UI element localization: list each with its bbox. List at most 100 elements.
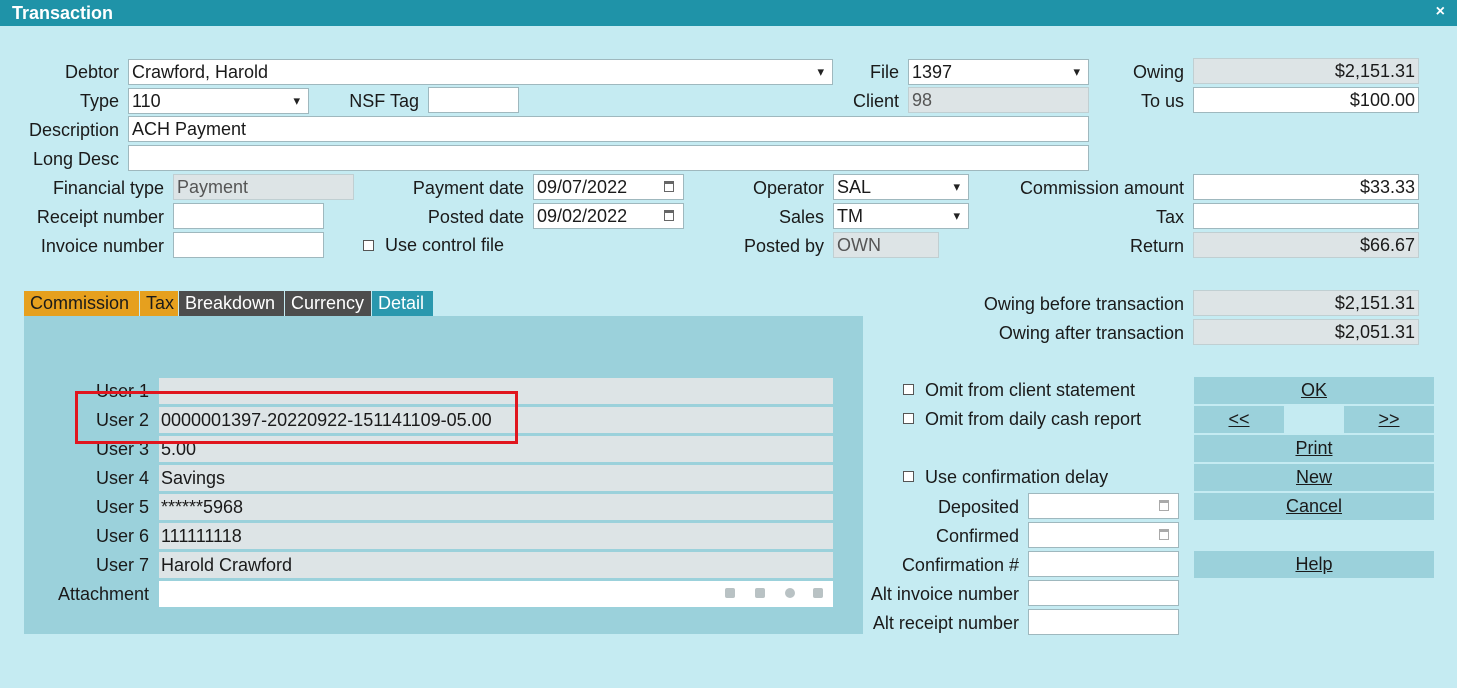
calendar-icon[interactable]: [664, 181, 674, 192]
next-button[interactable]: >>: [1344, 406, 1434, 433]
type-label: Type: [79, 91, 119, 111]
description-input[interactable]: ACH Payment: [128, 116, 1089, 142]
next-button-label: >>: [1378, 409, 1400, 429]
use-confirmation-delay-label: Use confirmation delay: [925, 467, 1109, 487]
tab-currency[interactable]: Currency: [285, 291, 371, 316]
owing-after-field: $2,051.31: [1193, 319, 1419, 345]
new-button[interactable]: New: [1194, 464, 1434, 491]
confirmed-label: Confirmed: [935, 526, 1019, 546]
owing-after-label: Owing after transaction: [998, 323, 1184, 343]
omit-daily-cash-label: Omit from daily cash report: [925, 409, 1142, 429]
tab-breakdown[interactable]: Breakdown: [179, 291, 284, 316]
attachment-field[interactable]: [159, 581, 833, 607]
payment-date-value: 09/07/2022: [537, 177, 628, 197]
use-control-file-checkbox[interactable]: [363, 240, 374, 251]
window-title: Transaction: [12, 3, 114, 23]
alt-invoice-number-input[interactable]: [1028, 580, 1179, 606]
description-label: Description: [28, 120, 119, 140]
sales-label: Sales: [778, 207, 824, 227]
tax-label: Tax: [1155, 207, 1184, 227]
long-desc-input[interactable]: [128, 145, 1089, 171]
cancel-button[interactable]: Cancel: [1194, 493, 1434, 520]
to-us-input[interactable]: $100.00: [1193, 87, 1419, 113]
owing-before-label: Owing before transaction: [983, 294, 1184, 314]
print-button[interactable]: Print: [1194, 435, 1434, 462]
user-6-field[interactable]: 111111118: [159, 523, 833, 549]
tab-commission[interactable]: Commission: [24, 291, 139, 316]
posted-date-label: Posted date: [427, 207, 524, 227]
confirmation-number-input[interactable]: [1028, 551, 1179, 577]
previous-button-label: <<: [1228, 409, 1250, 429]
debtor-select[interactable]: Crawford, Harold: [128, 59, 833, 85]
nsf-tag-input[interactable]: [428, 87, 519, 113]
user-7-field[interactable]: Harold Crawford: [159, 552, 833, 578]
help-button[interactable]: Help: [1194, 551, 1434, 578]
commission-amount-label: Commission amount: [1019, 178, 1184, 198]
client-field: 98: [908, 87, 1089, 113]
previous-button[interactable]: <<: [1194, 406, 1284, 433]
return-field: $66.67: [1193, 232, 1419, 258]
confirmation-number-label: Confirmation #: [901, 555, 1019, 575]
user-6-label: User 6: [95, 526, 149, 546]
user-5-label: User 5: [95, 497, 149, 517]
omit-daily-cash-checkbox[interactable]: [903, 413, 914, 424]
user-7-label: User 7: [95, 555, 149, 575]
owing-field: $2,151.31: [1193, 58, 1419, 84]
title-bar: Transaction ×: [0, 0, 1457, 26]
print-icon[interactable]: [755, 588, 765, 598]
calendar-icon[interactable]: [664, 210, 674, 221]
alt-receipt-number-input[interactable]: [1028, 609, 1179, 635]
return-label: Return: [1129, 236, 1184, 256]
user-4-label: User 4: [95, 468, 149, 488]
calendar-icon[interactable]: [1159, 500, 1169, 511]
owing-label: Owing: [1132, 62, 1184, 82]
use-confirmation-delay-checkbox[interactable]: [903, 471, 914, 482]
tax-input[interactable]: [1193, 203, 1419, 229]
financial-type-label: Financial type: [52, 178, 164, 198]
use-control-file-label: Use control file: [385, 235, 505, 255]
owing-before-field: $2,151.31: [1193, 290, 1419, 316]
view-icon[interactable]: [813, 588, 823, 598]
receipt-number-input[interactable]: [173, 203, 324, 229]
invoice-number-input[interactable]: [173, 232, 324, 258]
posted-date-input[interactable]: 09/02/2022: [533, 203, 684, 229]
payment-date-input[interactable]: 09/07/2022: [533, 174, 684, 200]
ok-button[interactable]: OK: [1194, 377, 1434, 404]
highlight-box: [75, 391, 518, 444]
user-4-field[interactable]: Savings: [159, 465, 833, 491]
confirmed-input[interactable]: [1028, 522, 1179, 548]
folder-icon[interactable]: [725, 588, 735, 598]
file-label: File: [869, 62, 899, 82]
sales-select[interactable]: TM: [833, 203, 969, 229]
operator-select[interactable]: SAL: [833, 174, 969, 200]
long-desc-label: Long Desc: [32, 149, 119, 169]
operator-label: Operator: [752, 178, 824, 198]
ok-button-label: OK: [1300, 380, 1327, 400]
to-us-label: To us: [1140, 91, 1184, 111]
alt-receipt-number-label: Alt receipt number: [872, 613, 1019, 633]
alt-invoice-number-label: Alt invoice number: [870, 584, 1019, 604]
omit-client-statement-label: Omit from client statement: [925, 380, 1136, 400]
client-label: Client: [852, 91, 899, 111]
calendar-icon[interactable]: [1159, 529, 1169, 540]
close-icon[interactable]: ×: [1436, 3, 1445, 21]
user-5-field[interactable]: ******5968: [159, 494, 833, 520]
posted-date-value: 09/02/2022: [537, 206, 628, 226]
receipt-number-label: Receipt number: [36, 207, 164, 227]
new-button-label: New: [1295, 467, 1332, 487]
tab-tax[interactable]: Tax: [140, 291, 178, 316]
posted-by-field: OWN: [833, 232, 939, 258]
cancel-button-label: Cancel: [1285, 496, 1343, 516]
file-select[interactable]: 1397: [908, 59, 1089, 85]
deposited-label: Deposited: [937, 497, 1019, 517]
tab-detail[interactable]: Detail: [372, 291, 433, 316]
invoice-number-label: Invoice number: [40, 236, 164, 256]
payment-date-label: Payment date: [412, 178, 524, 198]
omit-client-statement-checkbox[interactable]: [903, 384, 914, 395]
clear-icon[interactable]: [785, 588, 795, 598]
deposited-input[interactable]: [1028, 493, 1179, 519]
commission-amount-input[interactable]: $33.33: [1193, 174, 1419, 200]
type-select[interactable]: 110: [128, 88, 309, 114]
nsf-tag-label: NSF Tag: [349, 91, 419, 111]
debtor-label: Debtor: [64, 62, 119, 82]
